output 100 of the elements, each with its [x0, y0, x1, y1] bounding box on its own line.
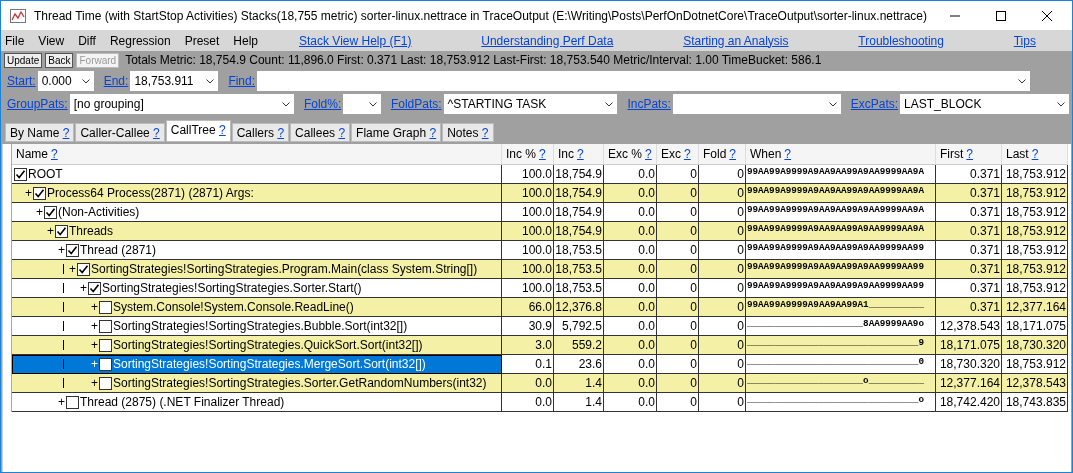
help-link[interactable]: Stack View Help (F1) [299, 33, 412, 48]
help-link[interactable]: ? [62, 126, 70, 140]
tree-row-name[interactable]: + SortingStrategies!SortingStrategies.MergeSort.Sort(int32[]) [12, 355, 502, 374]
combo-field[interactable] [343, 94, 381, 114]
view-tab[interactable]: CallTree ? [165, 120, 231, 142]
help-link[interactable]: ? [684, 147, 691, 161]
expand-toggle[interactable]: + [80, 281, 88, 295]
help-link[interactable]: ? [153, 126, 160, 140]
help-link[interactable]: ? [729, 147, 737, 161]
menu-item[interactable]: File [5, 33, 25, 48]
view-tab[interactable]: By Name ? [5, 123, 75, 142]
view-tab[interactable]: Callers ? [231, 123, 290, 142]
help-link[interactable]: ? [277, 126, 285, 140]
caret-icon [81, 78, 90, 84]
checkbox[interactable] [99, 376, 112, 390]
tree-row-name[interactable]: + System.Console!System.Console.ReadLine() [12, 298, 502, 317]
table-cell: 3.0 [502, 336, 554, 355]
tree-row-name[interactable]: + SortingStrategies!SortingStrategies.QuickSort.Sort(int32[]) [12, 336, 502, 355]
combo-field[interactable] [257, 71, 1031, 91]
view-tab[interactable]: Flame Graph ? [351, 123, 442, 142]
table-cell: 0.0 [604, 222, 657, 241]
column-header[interactable]: First ? [936, 144, 1002, 165]
combo-field[interactable]: LAST_BLOCK [900, 94, 1069, 114]
view-tab[interactable]: Caller-Callee ? [75, 123, 165, 142]
menu-item[interactable]: Preset [184, 33, 220, 48]
caret-icon [368, 101, 377, 107]
tree-row-name[interactable]: + Threads [12, 222, 502, 241]
table-cell: 0 [699, 336, 746, 355]
menu-item[interactable]: View [38, 33, 65, 48]
combo-field[interactable]: 18,753.911 [130, 71, 219, 91]
expand-toggle[interactable]: + [58, 395, 66, 409]
help-link[interactable]: Troubleshooting [858, 33, 944, 48]
table-cell: 0.0 [604, 260, 657, 279]
expand-toggle[interactable]: + [91, 338, 99, 352]
table-cell: 100.0 [502, 222, 554, 241]
column-header[interactable]: Last ? [1002, 144, 1068, 165]
close-icon[interactable] [1042, 10, 1052, 21]
checkbox[interactable] [66, 395, 79, 409]
help-link[interactable]: ? [429, 126, 437, 140]
expand-toggle[interactable]: + [91, 300, 99, 314]
table-cell: 18,753.912 [1002, 260, 1068, 279]
checkbox[interactable] [99, 300, 112, 314]
time-histogram-cell: _______________________________o [746, 393, 936, 412]
checkbox[interactable] [99, 357, 112, 371]
view-tab[interactable]: Callees ? [290, 123, 351, 142]
tree-row-name[interactable]: + SortingStrategies!SortingStrategies.Program.Main(class System.String[]) [12, 260, 502, 279]
view-tab[interactable]: Notes ? [442, 123, 494, 142]
help-link[interactable]: Tips [1013, 33, 1036, 48]
tree-row-name[interactable]: + Thread (2875) (.NET Finalizer Thread) [12, 393, 502, 412]
help-link[interactable]: ? [219, 123, 226, 137]
help-link[interactable]: Understanding Perf Data [481, 33, 614, 48]
maximize-icon[interactable] [996, 10, 1006, 21]
combo-field[interactable]: ^STARTING TASK [443, 94, 618, 114]
help-link[interactable]: ? [481, 126, 489, 140]
expand-toggle[interactable]: + [91, 319, 99, 333]
menu-item[interactable]: Regression [109, 33, 171, 48]
expand-toggle[interactable]: + [69, 262, 77, 276]
checkbox[interactable] [77, 262, 90, 276]
checkbox[interactable] [99, 338, 112, 352]
checkbox[interactable] [14, 167, 27, 181]
table-cell: 0 [657, 298, 699, 317]
tree-row-name[interactable]: + Process64 Process(2871) (2871) Args: [12, 184, 502, 203]
expand-toggle[interactable]: + [91, 376, 99, 390]
column-header[interactable]: Exc % ? [604, 144, 657, 165]
expand-toggle[interactable]: + [91, 357, 99, 371]
combo-field[interactable] [672, 94, 841, 114]
help-link[interactable]: ? [539, 147, 546, 161]
checkbox[interactable] [44, 205, 57, 219]
column-header[interactable]: Name ? [12, 144, 502, 165]
column-header[interactable]: Inc ? [554, 144, 604, 165]
combo-field[interactable]: [no grouping] [69, 94, 294, 114]
checkbox[interactable] [33, 186, 46, 200]
toolbar-button[interactable]: Update [4, 52, 43, 68]
menu-item[interactable]: Help [233, 33, 258, 48]
help-link[interactable]: Starting an Analysis [683, 33, 789, 48]
column-header[interactable]: Inc % ? [502, 144, 554, 165]
expand-toggle[interactable]: + [58, 243, 66, 257]
checkbox[interactable] [88, 281, 101, 295]
help-link[interactable]: ? [966, 147, 973, 161]
expand-toggle[interactable]: + [36, 205, 44, 219]
expand-toggle[interactable]: + [25, 186, 33, 200]
help-link[interactable]: ? [1031, 147, 1039, 161]
expand-toggle[interactable]: + [47, 224, 55, 238]
column-header[interactable]: When ? [746, 144, 936, 165]
checkbox[interactable] [99, 319, 112, 333]
combo-field[interactable]: 0.000 [37, 71, 94, 91]
column-header[interactable]: Exc ? [657, 144, 699, 165]
column-header[interactable]: Fold ? [699, 144, 746, 165]
help-link[interactable]: ? [338, 126, 346, 140]
checkbox[interactable] [66, 243, 79, 257]
tree-row-name[interactable]: + SortingStrategies!SortingStrategies.Sorter.GetRandomNumbers(int32) [12, 374, 502, 393]
checkbox[interactable] [55, 224, 68, 238]
help-link[interactable]: ? [577, 147, 584, 161]
help-link[interactable]: ? [645, 147, 652, 161]
help-link[interactable]: ? [51, 147, 58, 161]
toolbar-button[interactable]: Back [45, 52, 74, 68]
help-link[interactable]: ? [784, 147, 792, 161]
table-cell: 0 [657, 184, 699, 203]
table-cell: 66.0 [502, 298, 554, 317]
menu-item[interactable]: Diff [78, 33, 96, 48]
